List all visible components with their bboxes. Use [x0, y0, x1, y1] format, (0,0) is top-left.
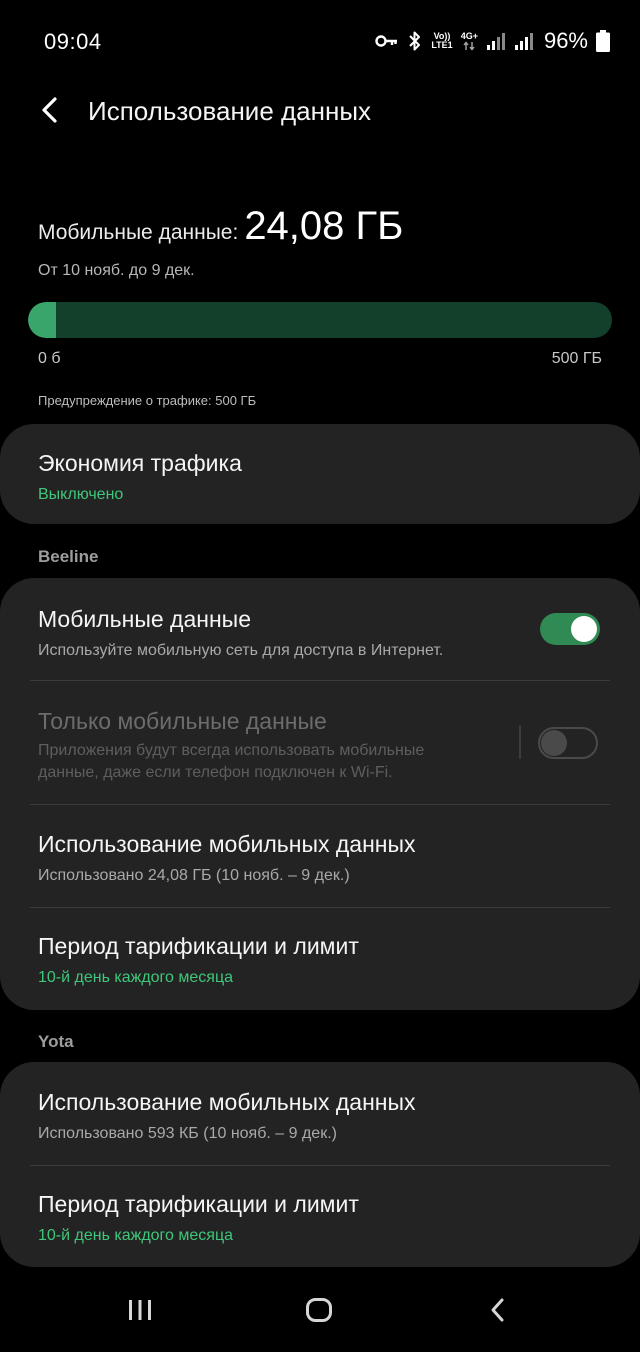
data-saver-card[interactable]: Экономия трафика Выключено	[0, 424, 640, 524]
status-icons: Vo)) LTE1 4G+ 96%	[375, 26, 610, 56]
usage-label: Мобильные данные:	[38, 221, 239, 244]
header: Использование данных	[0, 84, 640, 140]
recents-icon	[127, 1298, 153, 1327]
data-saver-title: Экономия трафика	[38, 450, 242, 476]
mobile-only-subtitle-line2: данные, даже если телефон подключен к Wi…	[38, 764, 393, 781]
lte-label: LTE1	[431, 40, 453, 50]
back-arrow-icon	[39, 96, 61, 129]
signal-icon-2	[514, 31, 534, 51]
yota-usage-subtitle: Использовано 593 КБ (10 нояб. – 9 дек.)	[38, 1125, 337, 1142]
network-type-label: Vo)) LTE1	[431, 32, 452, 50]
divider	[30, 804, 610, 805]
usage-value: 24,08 ГБ	[244, 204, 404, 248]
yota-billing-title: Период тарификации и лимит	[38, 1191, 359, 1217]
mobile-only-row: Только мобильные данные Приложения будут…	[38, 708, 470, 784]
4g-label: 4G+	[460, 30, 478, 41]
battery-percent: 96%	[543, 28, 588, 53]
usage-summary: Мобильные данные: 24,08 ГБ	[38, 204, 403, 249]
yota-billing-subtitle: 10-й день каждого месяца	[38, 1227, 233, 1244]
mobile-only-subtitle: Приложения будут всегда использовать моб…	[38, 740, 470, 784]
progress-scale-min: 0 б	[38, 350, 61, 367]
battery-icon	[596, 30, 610, 52]
screen: 09:04 Vo)) LTE1 4G+ 96% Использование да…	[0, 0, 640, 1352]
beeline-billing-row[interactable]: Период тарификации и лимит 10-й день каж…	[38, 933, 602, 989]
beeline-usage-title: Использование мобильных данных	[38, 831, 416, 857]
home-button[interactable]	[295, 1292, 343, 1332]
status-time: 09:04	[44, 29, 102, 54]
back-button[interactable]	[30, 92, 70, 132]
progress-scale-max: 500 ГБ	[551, 350, 602, 367]
mobile-data-toggle[interactable]	[540, 613, 600, 645]
toggle-knob	[571, 616, 597, 642]
mobile-only-toggle	[538, 727, 598, 759]
divider	[30, 680, 610, 681]
toggle-knob	[541, 730, 567, 756]
beeline-usage-row[interactable]: Использование мобильных данных Использов…	[38, 831, 602, 887]
data-saver-row[interactable]: Экономия трафика Выключено	[38, 450, 602, 506]
yota-usage-row[interactable]: Использование мобильных данных Использов…	[38, 1089, 602, 1145]
network-gen-label: 4G+	[460, 30, 478, 51]
yota-card: Использование мобильных данных Использов…	[0, 1062, 640, 1267]
back-icon	[488, 1297, 508, 1328]
yota-billing-row[interactable]: Период тарификации и лимит 10-й день каж…	[38, 1191, 602, 1247]
navigation-bar	[0, 1272, 640, 1352]
divider	[30, 1165, 610, 1166]
section-label-beeline: Beeline	[38, 547, 99, 566]
home-icon	[305, 1297, 333, 1328]
vertical-separator	[519, 725, 521, 759]
bluetooth-icon	[407, 30, 423, 52]
mobile-data-row[interactable]: Мобильные данные Используйте мобильную с…	[38, 606, 602, 662]
section-label-yota: Yota	[38, 1032, 74, 1051]
system-back-button[interactable]	[474, 1292, 522, 1332]
yota-usage-title: Использование мобильных данных	[38, 1089, 416, 1115]
mobile-data-title: Мобильные данные	[38, 606, 251, 632]
beeline-billing-subtitle: 10-й день каждого месяца	[38, 969, 233, 986]
signal-icon	[486, 31, 506, 51]
mobile-data-subtitle: Используйте мобильную сеть для доступа в…	[38, 642, 444, 659]
data-saver-status: Выключено	[38, 486, 124, 503]
traffic-warning: Предупреждение о трафике: 500 ГБ	[38, 393, 257, 408]
usage-progress-fill	[28, 302, 57, 338]
key-icon	[375, 33, 399, 49]
divider	[30, 907, 610, 908]
usage-period: От 10 нояб. до 9 дек.	[38, 262, 195, 279]
beeline-usage-subtitle: Использовано 24,08 ГБ (10 нояб. – 9 дек.…	[38, 867, 350, 884]
mobile-only-title: Только мобильные данные	[38, 708, 327, 734]
recents-button[interactable]	[116, 1292, 164, 1332]
page-title: Использование данных	[88, 96, 372, 126]
mobile-only-subtitle-line1: Приложения будут всегда использовать моб…	[38, 742, 425, 759]
status-bar: 09:04 Vo)) LTE1 4G+ 96%	[0, 0, 640, 84]
usage-progress-bar	[28, 302, 612, 338]
beeline-card: Мобильные данные Используйте мобильную с…	[0, 578, 640, 1010]
beeline-billing-title: Период тарификации и лимит	[38, 933, 359, 959]
